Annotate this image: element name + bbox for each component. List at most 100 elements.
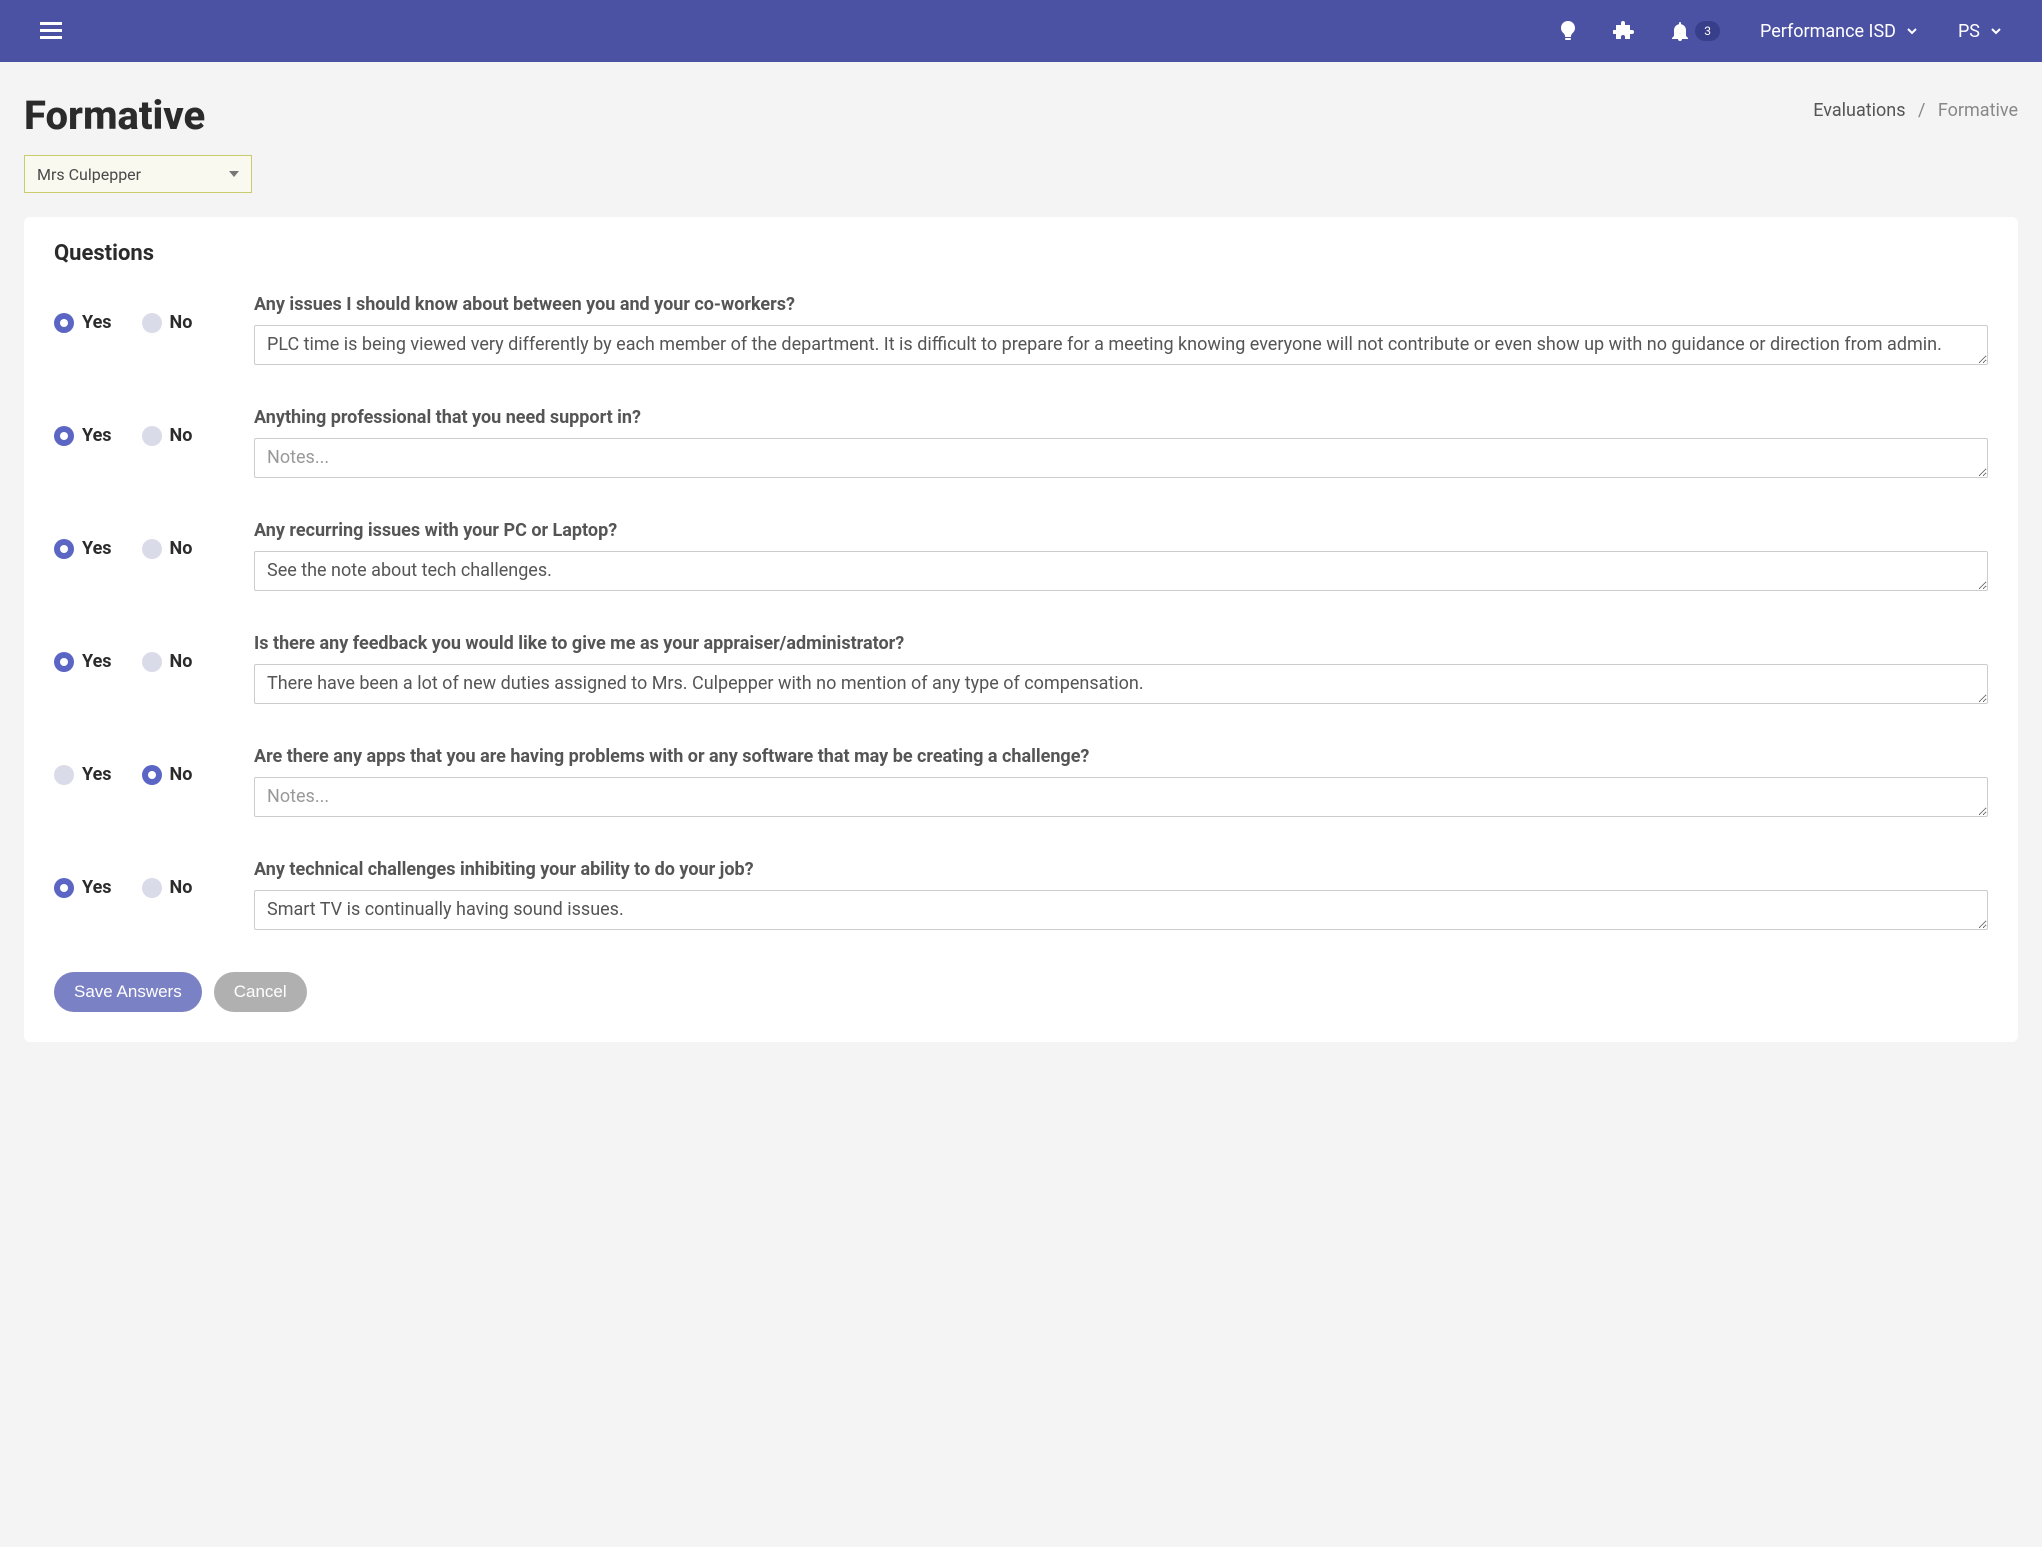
question-body: Any technical challenges inhibiting your… xyxy=(254,859,1988,934)
breadcrumb-parent[interactable]: Evaluations xyxy=(1813,100,1905,121)
chevron-down-icon xyxy=(1906,25,1918,37)
yes-label: Yes xyxy=(82,764,112,785)
cancel-button[interactable]: Cancel xyxy=(214,972,307,1012)
person-select-wrap: Mrs Culpepper xyxy=(24,155,2018,193)
questions-list: Yes No Any issues I should know about betw… xyxy=(54,294,1988,934)
org-label: Performance ISD xyxy=(1760,21,1896,42)
notes-input[interactable] xyxy=(254,438,1988,478)
no-radio[interactable]: No xyxy=(142,877,193,898)
question-row: Yes No Any recurring issues with your PC o… xyxy=(54,520,1988,595)
question-prompt: Anything professional that you need supp… xyxy=(254,407,1988,428)
question-row: Yes No Anything professional that you need… xyxy=(54,407,1988,482)
yes-radio[interactable]: Yes xyxy=(54,425,112,446)
question-prompt: Any issues I should know about between y… xyxy=(254,294,1988,315)
yes-no-group: Yes No xyxy=(54,407,214,482)
notification-badge: 3 xyxy=(1695,21,1720,41)
no-label: No xyxy=(170,877,193,898)
notes-input[interactable] xyxy=(254,890,1988,930)
user-label: PS xyxy=(1958,21,1980,42)
radio-circle xyxy=(142,652,162,672)
question-prompt: Are there any apps that you are having p… xyxy=(254,746,1988,767)
yes-no-group: Yes No xyxy=(54,520,214,595)
chevron-down-icon xyxy=(1990,25,2002,37)
notifications-button[interactable]: 3 xyxy=(1671,21,1720,41)
yes-radio[interactable]: Yes xyxy=(54,651,112,672)
page-title-block: Formative xyxy=(24,92,205,139)
question-prompt: Any recurring issues with your PC or Lap… xyxy=(254,520,1988,541)
yes-radio[interactable]: Yes xyxy=(54,877,112,898)
page-heading-row: Formative Evaluations / Formative xyxy=(0,62,2042,149)
question-body: Anything professional that you need supp… xyxy=(254,407,1988,482)
radio-circle xyxy=(142,878,162,898)
yes-no-group: Yes No xyxy=(54,294,214,369)
question-prompt: Is there any feedback you would like to … xyxy=(254,633,1988,654)
question-body: Are there any apps that you are having p… xyxy=(254,746,1988,821)
notes-input[interactable] xyxy=(254,325,1988,365)
yes-label: Yes xyxy=(82,877,112,898)
question-row: Yes No Is there any feedback you would lik… xyxy=(54,633,1988,708)
radio-circle xyxy=(142,426,162,446)
person-select-value: Mrs Culpepper xyxy=(37,165,141,184)
question-body: Any recurring issues with your PC or Lap… xyxy=(254,520,1988,595)
header-icon-group: 3 xyxy=(1559,20,1720,42)
radio-circle xyxy=(142,539,162,559)
breadcrumb: Evaluations / Formative xyxy=(1813,100,2018,121)
person-select[interactable]: Mrs Culpepper xyxy=(24,155,252,193)
yes-label: Yes xyxy=(82,538,112,559)
lightbulb-button[interactable] xyxy=(1559,20,1577,42)
menu-button[interactable] xyxy=(40,22,62,40)
yes-radio[interactable]: Yes xyxy=(54,312,112,333)
yes-no-group: Yes No xyxy=(54,633,214,708)
question-prompt: Any technical challenges inhibiting your… xyxy=(254,859,1988,880)
lightbulb-icon xyxy=(1559,20,1577,42)
no-label: No xyxy=(170,312,193,333)
yes-radio[interactable]: Yes xyxy=(54,764,112,785)
question-row: Yes No Any technical challenges inhibiting… xyxy=(54,859,1988,934)
notes-input[interactable] xyxy=(254,551,1988,591)
no-radio[interactable]: No xyxy=(142,651,193,672)
yes-label: Yes xyxy=(82,651,112,672)
no-label: No xyxy=(170,764,193,785)
no-label: No xyxy=(170,425,193,446)
puzzle-icon xyxy=(1613,20,1635,42)
breadcrumb-separator: / xyxy=(1918,100,1925,121)
app-header: 3 Performance ISD PS xyxy=(0,0,2042,62)
no-label: No xyxy=(170,538,193,559)
no-radio[interactable]: No xyxy=(142,312,193,333)
puzzle-button[interactable] xyxy=(1613,20,1635,42)
radio-circle xyxy=(54,765,74,785)
card-title: Questions xyxy=(54,241,1988,266)
no-radio[interactable]: No xyxy=(142,425,193,446)
button-row: Save Answers Cancel xyxy=(54,972,1988,1012)
breadcrumb-current: Formative xyxy=(1938,100,2018,121)
question-body: Is there any feedback you would like to … xyxy=(254,633,1988,708)
yes-no-group: Yes No xyxy=(54,859,214,934)
radio-circle xyxy=(54,426,74,446)
caret-down-icon xyxy=(229,171,239,177)
question-row: Yes No Are there any apps that you are hav… xyxy=(54,746,1988,821)
no-radio[interactable]: No xyxy=(142,538,193,559)
yes-no-group: Yes No xyxy=(54,746,214,821)
user-dropdown[interactable]: PS xyxy=(1958,21,2002,42)
no-label: No xyxy=(170,651,193,672)
radio-circle xyxy=(54,652,74,672)
hamburger-icon xyxy=(40,22,62,40)
no-radio[interactable]: No xyxy=(142,764,193,785)
bell-icon xyxy=(1671,21,1689,41)
question-row: Yes No Any issues I should know about betw… xyxy=(54,294,1988,369)
yes-label: Yes xyxy=(82,312,112,333)
page-title: Formative xyxy=(24,92,205,139)
org-dropdown[interactable]: Performance ISD xyxy=(1760,21,1918,42)
radio-circle xyxy=(54,313,74,333)
radio-circle xyxy=(54,539,74,559)
yes-label: Yes xyxy=(82,425,112,446)
questions-card: Questions Yes No Any issues I should know … xyxy=(24,217,2018,1042)
notes-input[interactable] xyxy=(254,777,1988,817)
notes-input[interactable] xyxy=(254,664,1988,704)
yes-radio[interactable]: Yes xyxy=(54,538,112,559)
radio-circle xyxy=(142,765,162,785)
question-body: Any issues I should know about between y… xyxy=(254,294,1988,369)
save-button[interactable]: Save Answers xyxy=(54,972,202,1012)
radio-circle xyxy=(142,313,162,333)
radio-circle xyxy=(54,878,74,898)
